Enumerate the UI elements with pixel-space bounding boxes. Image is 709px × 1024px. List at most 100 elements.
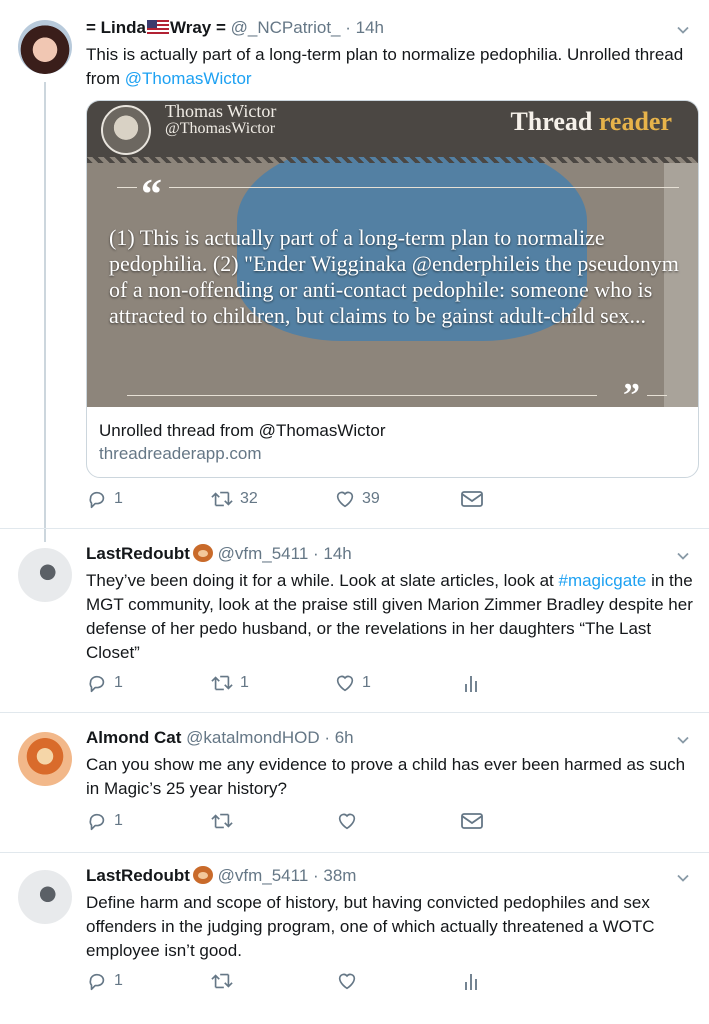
card-author-name: Thomas Wictor	[165, 101, 277, 121]
tweet-actions: 1 1 1	[86, 672, 646, 698]
dm-button[interactable]	[460, 810, 484, 832]
analytics-button[interactable]	[460, 970, 482, 992]
tweet-text: They’ve been doing it for a while. Look …	[86, 569, 696, 665]
card-image: Thomas Wictor @ThomasWictor Thread reade…	[87, 101, 698, 414]
divider	[0, 528, 709, 529]
us-flag-icon	[146, 20, 169, 34]
display-name[interactable]: = Linda Wray =	[86, 18, 226, 37]
timestamp[interactable]: · 6h	[324, 728, 353, 747]
reply-icon	[89, 675, 105, 693]
retweet-icon	[211, 491, 233, 507]
avatar[interactable]	[18, 20, 72, 74]
tweet-header: LastRedoubt @vfm_5411 · 14h	[86, 544, 352, 564]
link-card[interactable]: Thomas Wictor @ThomasWictor Thread reade…	[86, 100, 699, 478]
tweet-almondcat[interactable]: Almond Cat @katalmondHOD · 6h Can you sh…	[0, 728, 709, 846]
handle[interactable]: @_NCPatriot_	[231, 18, 341, 37]
heart-icon	[336, 675, 354, 692]
hashtag-link[interactable]: #magicgate	[558, 571, 646, 590]
reply-button[interactable]: 1	[86, 970, 123, 992]
heart-icon	[338, 973, 356, 990]
retweet-count: 32	[240, 490, 258, 507]
retweet-button[interactable]: 1	[210, 672, 249, 694]
retweet-icon	[211, 813, 233, 829]
chevron-down-icon[interactable]	[677, 24, 689, 36]
reply-button[interactable]: 1	[86, 810, 123, 832]
reply-icon	[89, 813, 105, 831]
open-quote-icon: “	[141, 172, 162, 218]
heart-icon	[338, 813, 356, 830]
retweet-icon	[211, 973, 233, 989]
display-name[interactable]: LastRedoubt	[86, 866, 213, 885]
reply-count: 1	[114, 490, 123, 507]
bear-emoji-icon	[192, 866, 213, 884]
tweet-header: = Linda Wray = @_NCPatriot_ · 14h	[86, 18, 384, 38]
retweet-button[interactable]: 32	[210, 488, 258, 510]
like-count: 1	[362, 674, 371, 691]
handle[interactable]: @vfm_5411	[218, 544, 309, 563]
chevron-down-icon[interactable]	[677, 872, 689, 884]
chevron-down-icon[interactable]	[677, 550, 689, 562]
bear-emoji-icon	[192, 544, 213, 562]
mail-icon	[461, 491, 483, 507]
tweet-actions: 1 32 39	[86, 488, 646, 514]
display-name[interactable]: Almond Cat	[86, 728, 181, 747]
close-quote-icon: ”	[623, 377, 640, 414]
card-domain: threadreaderapp.com	[99, 444, 262, 463]
tweet-header: Almond Cat @katalmondHOD · 6h	[86, 728, 354, 748]
tweet-text: This is actually part of a long-term pla…	[86, 43, 696, 91]
reply-icon	[89, 491, 105, 509]
reply-button[interactable]: 1	[86, 672, 123, 694]
analytics-button[interactable]	[460, 672, 482, 694]
quote-rule	[127, 395, 597, 396]
like-button[interactable]	[336, 970, 358, 992]
reply-count: 1	[114, 972, 123, 989]
avatar[interactable]	[18, 548, 72, 602]
handle[interactable]: @katalmondHOD	[186, 728, 319, 747]
like-count: 39	[362, 490, 380, 507]
timestamp[interactable]: · 38m	[313, 866, 356, 885]
like-button[interactable]	[336, 810, 358, 832]
logo-text-accent: reader	[598, 107, 672, 136]
quote-rule	[117, 187, 137, 188]
card-quote-text: (1) This is actually part of a long-term…	[109, 225, 679, 328]
timestamp[interactable]: · 14h	[345, 18, 384, 37]
handle[interactable]: @vfm_5411	[218, 866, 309, 885]
mail-icon	[461, 813, 483, 829]
display-name-text: LastRedoubt	[86, 544, 190, 563]
avatar[interactable]	[18, 870, 72, 924]
tweet-lastredoubt-1[interactable]: LastRedoubt @vfm_5411 · 14h They’ve been…	[0, 544, 709, 709]
retweet-button[interactable]	[210, 970, 234, 992]
avatar[interactable]	[18, 732, 72, 786]
display-name[interactable]: LastRedoubt	[86, 544, 213, 563]
mention-link[interactable]: @ThomasWictor	[125, 69, 252, 88]
divider	[0, 712, 709, 713]
tweet-lastredoubt-2[interactable]: LastRedoubt @vfm_5411 · 38m Define harm …	[0, 866, 709, 1016]
heart-icon	[336, 491, 354, 508]
reply-count: 1	[114, 674, 123, 691]
reply-button[interactable]: 1	[86, 488, 123, 510]
thread-line	[44, 82, 46, 542]
analytics-icon	[465, 974, 477, 990]
dm-button[interactable]	[460, 488, 484, 510]
divider	[0, 852, 709, 853]
tweet-text: Can you show me any evidence to prove a …	[86, 755, 686, 798]
card-author-avatar	[101, 105, 151, 155]
display-name-part: Wray =	[169, 18, 226, 37]
tweet-actions: 1	[86, 970, 646, 996]
retweet-icon	[211, 675, 233, 691]
tweet-linda[interactable]: = Linda Wray = @_NCPatriot_ · 14h This is…	[0, 14, 709, 542]
quote-rule	[169, 187, 679, 188]
like-button[interactable]: 1	[334, 672, 371, 694]
tweet-text: Define harm and scope of history, but ha…	[86, 893, 655, 960]
card-title: Unrolled thread from @ThomasWictor	[99, 421, 386, 440]
reply-count: 1	[114, 812, 123, 829]
display-name-text: LastRedoubt	[86, 866, 190, 885]
retweet-count: 1	[240, 674, 249, 691]
like-button[interactable]: 39	[334, 488, 380, 510]
retweet-button[interactable]	[210, 810, 234, 832]
tweet-actions: 1	[86, 810, 646, 836]
logo-text: Thread	[510, 107, 593, 136]
analytics-icon	[465, 676, 477, 692]
chevron-down-icon[interactable]	[677, 734, 689, 746]
timestamp[interactable]: · 14h	[313, 544, 352, 563]
